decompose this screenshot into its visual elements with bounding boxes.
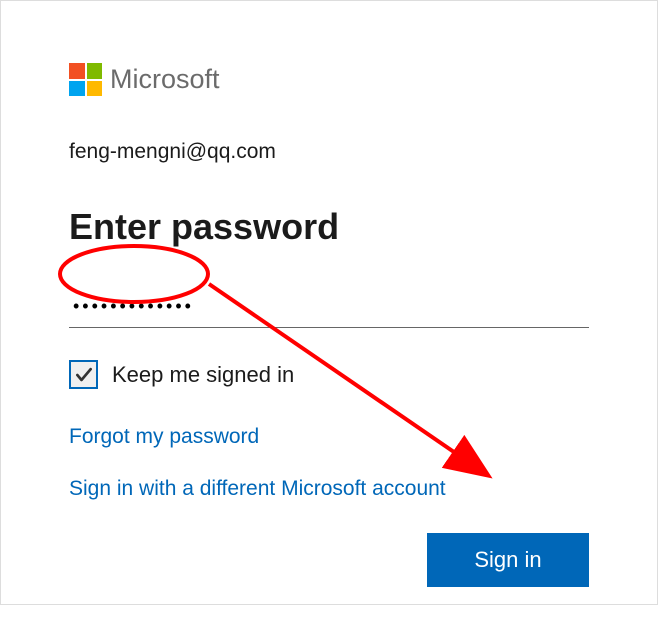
- brand-name: Microsoft: [110, 64, 220, 95]
- keep-signed-in-label: Keep me signed in: [112, 362, 294, 388]
- keep-signed-in-checkbox[interactable]: [69, 360, 98, 389]
- button-row: Sign in: [69, 533, 589, 587]
- signin-button[interactable]: Sign in: [427, 533, 589, 587]
- checkmark-icon: [74, 365, 94, 385]
- account-email: feng-mengni@qq.com: [69, 140, 589, 164]
- keep-signed-in-row: Keep me signed in: [69, 360, 589, 389]
- different-account-link[interactable]: Sign in with a different Microsoft accou…: [69, 477, 589, 501]
- password-input[interactable]: [69, 292, 589, 328]
- logo-row: Microsoft: [69, 63, 589, 96]
- forgot-password-link[interactable]: Forgot my password: [69, 425, 589, 449]
- microsoft-logo-icon: [69, 63, 102, 96]
- signin-container: Microsoft feng-mengni@qq.com Enter passw…: [1, 1, 657, 637]
- page-title: Enter password: [69, 206, 589, 248]
